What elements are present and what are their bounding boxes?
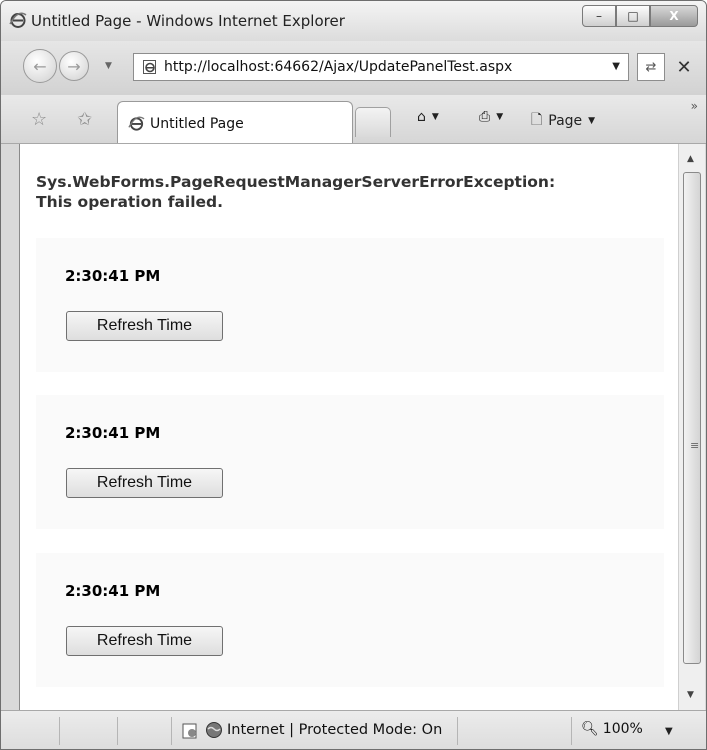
chevron-down-icon: ▼ — [496, 112, 504, 122]
page-menu-label: Page — [548, 113, 583, 129]
refresh-time-button[interactable]: Refresh Time — [66, 468, 223, 498]
zoom-dropdown-icon[interactable]: ▼ — [665, 726, 673, 737]
page-icon — [143, 60, 156, 74]
back-button[interactable]: ← — [23, 49, 57, 83]
maximize-icon: □ — [627, 9, 639, 23]
print-button[interactable]: ⎙ ▼ — [479, 109, 503, 125]
maximize-button[interactable]: □ — [616, 5, 650, 27]
update-panel-1: 2:30:41 PM Refresh Time — [36, 238, 664, 372]
chevron-down-icon: ▼ — [431, 112, 439, 122]
close-button[interactable]: X — [650, 5, 698, 27]
status-divider — [59, 717, 60, 745]
navigation-bar: ← → ▼ http://localhost:64662/Ajax/Update… — [1, 41, 706, 95]
favorites-star-icon[interactable]: ☆ — [31, 109, 47, 130]
status-divider — [457, 717, 458, 745]
status-bar: Internet | Protected Mode: On 🔍︎ 100% ▼ — [1, 710, 706, 749]
tab-untitled-page[interactable]: Untitled Page — [117, 101, 353, 143]
update-panel-2: 2:30:41 PM Refresh Time — [36, 395, 664, 529]
window-title: Untitled Page - Windows Internet Explore… — [31, 12, 345, 30]
update-panel-3: 2:30:41 PM Refresh Time — [36, 553, 664, 687]
grip-icon: ≡ — [690, 439, 700, 452]
status-divider — [171, 717, 172, 745]
time-label: 2:30:41 PM — [65, 267, 161, 285]
page-menu-button[interactable]: 🗋 Page ▼ — [531, 109, 595, 133]
stop-button[interactable]: ✕ — [669, 53, 699, 81]
error-message: Sys.WebForms.PageRequestManagerServerErr… — [36, 172, 555, 212]
close-icon: X — [669, 9, 679, 23]
window-controls: – □ X — [582, 5, 698, 27]
minimize-button[interactable]: – — [582, 5, 616, 27]
ie-tab-icon — [128, 116, 145, 131]
print-icon: ⎙ — [479, 109, 491, 125]
more-commands-icon[interactable]: » — [691, 99, 698, 113]
scroll-thumb[interactable]: ≡ — [683, 172, 701, 664]
recent-pages-dropdown[interactable]: ▼ — [105, 61, 112, 71]
zoom-control[interactable]: 🔍︎ 100% — [581, 721, 643, 737]
vertical-scrollbar[interactable]: ▲ ≡ ▼ — [678, 144, 705, 710]
home-icon: ⌂ — [417, 109, 426, 125]
security-report-icon[interactable] — [181, 722, 199, 740]
stop-icon: ✕ — [676, 56, 692, 78]
address-dropdown-icon[interactable]: ▼ — [612, 61, 620, 72]
refresh-button[interactable]: ⇄ — [637, 53, 665, 81]
forward-button[interactable]: → — [59, 51, 89, 81]
status-divider — [571, 717, 572, 745]
zoom-level: 100% — [602, 721, 643, 737]
globe-icon — [206, 722, 222, 738]
time-label: 2:30:41 PM — [65, 582, 161, 600]
chevron-down-icon: ▼ — [588, 116, 596, 126]
refresh-time-button[interactable]: Refresh Time — [66, 311, 223, 341]
scroll-down-icon[interactable]: ▼ — [687, 690, 694, 700]
zoom-icon: 🔍︎ — [581, 721, 599, 737]
url-text[interactable]: http://localhost:64662/Ajax/UpdatePanelT… — [164, 59, 512, 75]
minimize-icon: – — [596, 9, 602, 23]
time-label: 2:30:41 PM — [65, 424, 161, 442]
error-line-2: This operation failed. — [36, 193, 224, 211]
refresh-icon: ⇄ — [645, 59, 657, 75]
refresh-time-button[interactable]: Refresh Time — [66, 626, 223, 656]
arrow-left-icon: ← — [33, 56, 47, 76]
browser-window: Untitled Page - Windows Internet Explore… — [0, 0, 707, 750]
status-divider — [117, 717, 118, 745]
page-menu-icon: 🗋 — [531, 112, 543, 128]
page-content: Sys.WebForms.PageRequestManagerServerErr… — [19, 144, 679, 710]
scroll-up-icon[interactable]: ▲ — [687, 154, 694, 164]
tab-bar: ☆ ✩ Untitled Page ⌂ ▼ ⎙ ▼ 🗋 Page ▼ » — [1, 95, 706, 144]
new-tab-button[interactable] — [355, 107, 391, 137]
error-line-1: Sys.WebForms.PageRequestManagerServerErr… — [36, 173, 556, 191]
arrow-right-icon: → — [67, 56, 81, 76]
security-zone-text[interactable]: Internet | Protected Mode: On — [227, 722, 442, 738]
ie-logo-icon — [9, 12, 27, 28]
tab-label: Untitled Page — [150, 116, 244, 132]
title-bar: Untitled Page - Windows Internet Explore… — [1, 1, 706, 41]
address-bar[interactable]: http://localhost:64662/Ajax/UpdatePanelT… — [133, 53, 629, 81]
home-button[interactable]: ⌂ ▼ — [417, 109, 439, 125]
add-favorites-icon[interactable]: ✩ — [77, 109, 92, 130]
